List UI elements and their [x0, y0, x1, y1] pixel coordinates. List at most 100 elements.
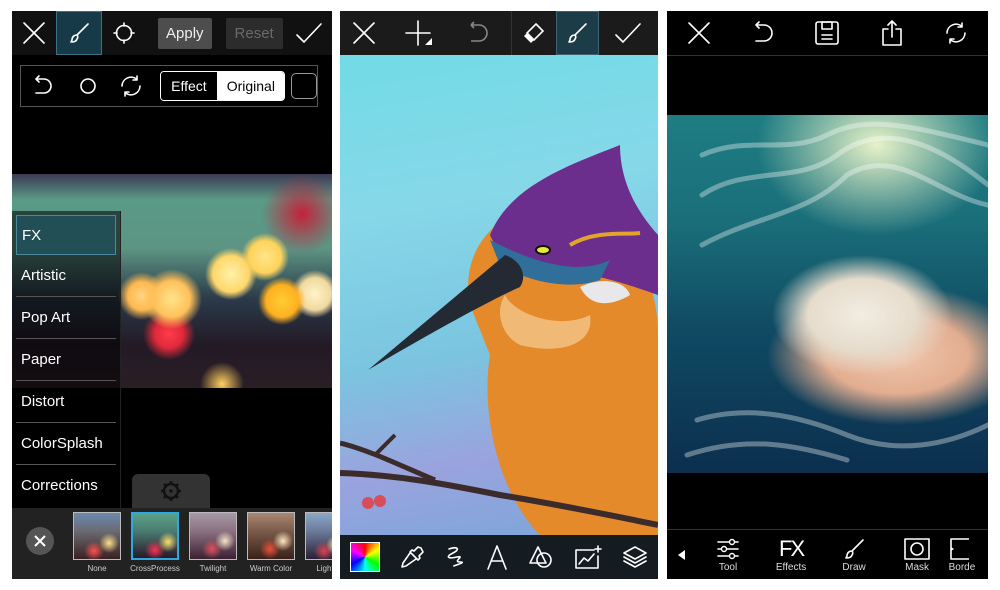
- share-button[interactable]: [870, 11, 914, 55]
- brush-icon: [568, 23, 588, 43]
- brush-icon: [70, 23, 89, 43]
- invert-button[interactable]: [110, 73, 152, 99]
- undo-button[interactable]: [741, 11, 785, 55]
- category-paper[interactable]: Paper: [16, 339, 116, 381]
- fx-icon: FX: [779, 535, 805, 561]
- apply-button[interactable]: Apply: [158, 17, 212, 49]
- filter-crossprocess[interactable]: CrossProcess: [130, 512, 180, 573]
- effects-button[interactable]: FX Effects: [760, 535, 823, 573]
- layers-button[interactable]: [622, 545, 648, 569]
- close-button[interactable]: [340, 11, 387, 55]
- filter-thumbnail: [131, 512, 179, 560]
- close-button[interactable]: [12, 11, 56, 55]
- filter-warm-color[interactable]: Warm Color: [246, 512, 296, 573]
- confirm-button[interactable]: [599, 11, 658, 55]
- brush-tool-button[interactable]: [555, 11, 599, 55]
- mask-button[interactable]: Mask: [886, 537, 949, 573]
- mask-wave-strokes: [684, 121, 988, 463]
- original-option[interactable]: Original: [216, 72, 285, 100]
- undo-button[interactable]: [450, 11, 505, 55]
- filter-thumbnail: [189, 512, 237, 560]
- confirm-button[interactable]: [289, 11, 329, 55]
- scribble-icon: [447, 546, 463, 567]
- save-button[interactable]: [805, 11, 849, 55]
- kingfisher-painting: [340, 145, 658, 535]
- category-distort[interactable]: Distort: [16, 381, 116, 423]
- triangle-left-icon: [677, 550, 685, 560]
- eraser-tool-button[interactable]: [511, 11, 555, 55]
- share-icon: [881, 20, 902, 46]
- brush-size-button[interactable]: [65, 76, 111, 96]
- refresh-button[interactable]: [934, 11, 978, 55]
- drawing-canvas[interactable]: [340, 55, 658, 535]
- effects-screen: Apply Reset Effect Original FX Artistic …: [12, 11, 332, 579]
- refresh-icon: [121, 75, 142, 97]
- editor-screen: Tool FX Effects Draw Mask Borde: [667, 11, 988, 579]
- filter-thumbnail: [73, 512, 121, 560]
- editor-toolbar: [667, 11, 988, 56]
- effect-category-menu: FX Artistic Pop Art Paper Distort ColorS…: [12, 211, 121, 511]
- border-button[interactable]: Borde: [948, 537, 988, 573]
- shapes-icon: [529, 546, 552, 568]
- category-artistic[interactable]: Artistic: [16, 255, 116, 297]
- filter-thumbnail: [305, 512, 332, 560]
- filter-thumbnail: [247, 512, 295, 560]
- close-button[interactable]: [677, 11, 721, 55]
- category-corrections[interactable]: Corrections: [16, 465, 116, 506]
- add-layer-button[interactable]: [387, 11, 450, 55]
- brush-tool-button[interactable]: [56, 11, 102, 55]
- category-colorsplash[interactable]: ColorSplash: [16, 423, 116, 465]
- category-fx[interactable]: FX: [16, 215, 116, 255]
- border-label: Borde: [948, 561, 976, 573]
- eyedropper-icon: [401, 546, 424, 568]
- brush-style-button[interactable]: [444, 545, 466, 569]
- eyedropper-button[interactable]: [400, 545, 424, 569]
- brush-icon: [845, 538, 864, 559]
- filter-label: CrossProcess: [130, 564, 180, 573]
- save-icon: [815, 21, 840, 45]
- color-picker-button[interactable]: [350, 542, 380, 572]
- circle-icon: [79, 78, 96, 94]
- category-pop-art[interactable]: Pop Art: [16, 297, 116, 339]
- filter-label: Twilight: [199, 564, 227, 573]
- reset-button[interactable]: Reset: [225, 17, 283, 49]
- shapes-button[interactable]: [528, 545, 554, 569]
- border-icon: [949, 537, 969, 560]
- circle-icon: [113, 22, 135, 44]
- close-icon: [352, 22, 375, 44]
- checkmark-icon: [615, 23, 642, 43]
- settings-tab[interactable]: [132, 474, 210, 508]
- undo-icon: [755, 21, 773, 42]
- mask-icon: [904, 537, 930, 560]
- effect-original-toggle[interactable]: Effect Original: [160, 71, 286, 101]
- effect-option[interactable]: Effect: [161, 72, 217, 100]
- undo-button[interactable]: [21, 74, 65, 98]
- scroll-left-button[interactable]: [667, 550, 697, 560]
- add-photo-button[interactable]: [574, 544, 602, 570]
- plus-icon: [404, 20, 432, 46]
- tool-label: Tool: [718, 561, 738, 573]
- tool-button[interactable]: Tool: [697, 538, 760, 573]
- filter-strip: None CrossProcess Twilight Warm Color Li…: [12, 508, 332, 579]
- filter-light-c[interactable]: Light C: [304, 512, 332, 573]
- checkmark-icon: [295, 23, 322, 43]
- square-toggle-button[interactable]: [291, 73, 317, 99]
- text-tool-button[interactable]: [486, 544, 508, 570]
- draw-button[interactable]: Draw: [823, 538, 886, 573]
- circle-tool-button[interactable]: [102, 11, 146, 55]
- eraser-icon: [523, 22, 545, 43]
- draw-bottom-toolbar: [340, 535, 658, 579]
- close-icon: [688, 22, 710, 44]
- close-icon: [23, 22, 45, 44]
- layers-icon: [623, 546, 647, 568]
- filter-none[interactable]: None: [72, 512, 122, 573]
- add-photo-icon: [575, 545, 602, 569]
- close-filters-button[interactable]: [26, 527, 54, 555]
- filter-twilight[interactable]: Twilight: [188, 512, 238, 573]
- effects-label: Effects: [775, 561, 807, 573]
- undo-icon: [470, 21, 488, 42]
- draw-screen: [340, 11, 658, 579]
- filter-label: None: [87, 564, 107, 573]
- brush-options-bar: Effect Original: [20, 65, 318, 107]
- hands-bird-photo: [667, 115, 988, 473]
